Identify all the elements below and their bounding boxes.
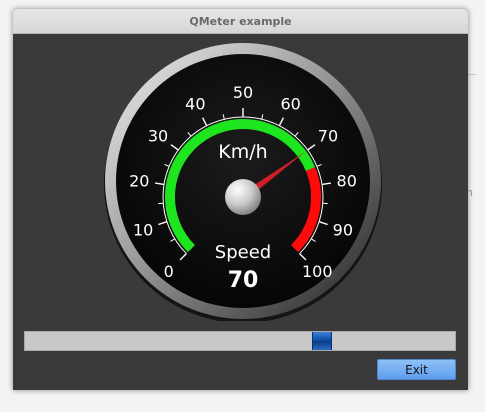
scale-label: 30 [148, 126, 168, 145]
exit-button[interactable]: Exit [377, 359, 456, 380]
scale-label: 60 [280, 94, 300, 113]
scale-label: 90 [333, 220, 353, 239]
scale-label: 100 [302, 262, 333, 281]
unit-label: Km/h [218, 141, 267, 163]
speed-value: 70 [228, 268, 259, 293]
qmeter-window: QMeter example 0 10 20 30 40 50 60 70 80… [13, 9, 468, 390]
speed-gauge: 0 10 20 30 40 50 60 70 80 90 100 Km/h Speed 70 [104, 43, 382, 321]
scale-label: 20 [129, 172, 149, 191]
speed-slider[interactable] [24, 331, 456, 351]
slider-handle[interactable] [312, 332, 332, 350]
scale-label: 70 [318, 126, 338, 145]
window-titlebar[interactable]: QMeter example [13, 9, 468, 34]
scale-label: 80 [337, 172, 357, 191]
scale-label: 0 [164, 262, 174, 281]
needle-hub [225, 179, 261, 215]
speed-label: Speed [215, 242, 271, 263]
scale-label: 40 [185, 94, 205, 113]
window-title: QMeter example [189, 14, 292, 28]
scale-label: 50 [233, 83, 253, 102]
scale-label: 10 [133, 220, 153, 239]
